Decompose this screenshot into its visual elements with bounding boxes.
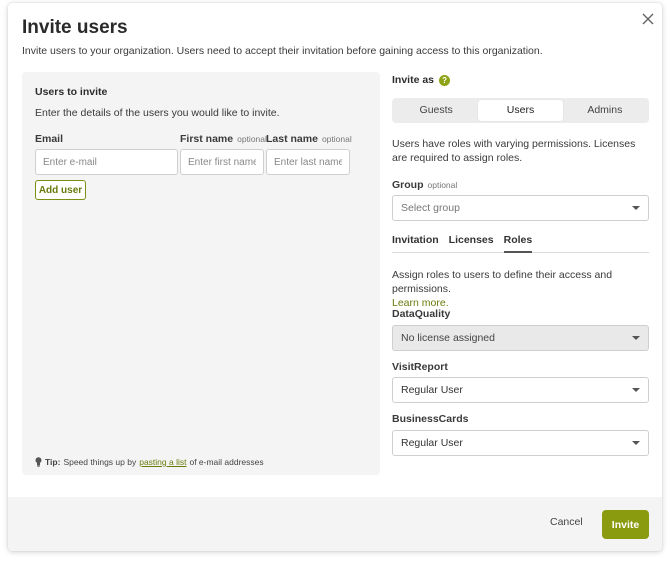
caret-down-icon xyxy=(632,388,640,392)
visitreport-select[interactable]: Regular User xyxy=(392,377,649,403)
tab-roles[interactable]: Roles xyxy=(503,234,533,253)
dialog-subtitle: Invite users to your organization. Users… xyxy=(22,45,543,57)
tab-licenses[interactable]: Licenses xyxy=(449,234,494,253)
last-name-label: Last name optional xyxy=(266,133,352,145)
dataquality-label: DataQuality xyxy=(392,308,451,320)
users-to-invite-description: Enter the details of the users you would… xyxy=(35,107,280,119)
first-name-label: First name optional xyxy=(180,133,267,145)
cancel-button[interactable]: Cancel xyxy=(550,516,583,528)
invite-as-users[interactable]: Users xyxy=(478,100,563,121)
caret-down-icon xyxy=(632,441,640,445)
pasting-a-list-link[interactable]: pasting a list xyxy=(139,457,186,467)
email-label: Email xyxy=(35,133,64,145)
add-user-button[interactable]: Add user xyxy=(35,180,86,200)
tip-before: Speed things up by xyxy=(63,457,137,467)
tip-text: Tip: Speed things up by pasting a list o… xyxy=(35,457,264,467)
settings-tabs: Invitation Licenses Roles xyxy=(392,234,649,253)
invite-button[interactable]: Invite xyxy=(602,510,649,539)
dataquality-select: No license assigned xyxy=(392,325,649,351)
tip-label: Tip: xyxy=(45,457,61,467)
businesscards-label: BusinessCards xyxy=(392,413,469,425)
dialog-footer: Cancel Invite xyxy=(8,497,662,551)
optional-tag: optional xyxy=(321,134,352,144)
group-select[interactable]: Select group xyxy=(392,195,649,221)
tip-after: of e-mail addresses xyxy=(189,457,264,467)
invite-as-label: Invite as ? xyxy=(392,74,451,86)
businesscards-select[interactable]: Regular User xyxy=(392,430,649,456)
users-to-invite-heading: Users to invite xyxy=(35,86,108,98)
caret-down-icon xyxy=(632,336,640,340)
lightbulb-icon xyxy=(35,457,42,467)
group-label: Group optional xyxy=(392,179,458,191)
users-to-invite-panel: Users to invite Enter the details of the… xyxy=(22,72,380,475)
optional-tag: optional xyxy=(237,134,267,144)
first-name-input[interactable] xyxy=(180,149,264,175)
invite-as-guests[interactable]: Guests xyxy=(394,100,478,121)
last-name-input[interactable] xyxy=(266,149,350,175)
email-input[interactable] xyxy=(35,149,178,175)
tab-invitation[interactable]: Invitation xyxy=(392,234,439,253)
caret-down-icon xyxy=(632,206,640,210)
roles-description: Assign roles to users to define their ac… xyxy=(392,269,613,309)
close-icon[interactable] xyxy=(641,12,655,26)
users-info-text: Users have roles with varying permission… xyxy=(392,138,636,164)
invite-users-dialog: Invite users Invite users to your organi… xyxy=(8,3,662,551)
invite-as-admins[interactable]: Admins xyxy=(563,100,647,121)
dialog-title: Invite users xyxy=(22,17,128,38)
visitreport-label: VisitReport xyxy=(392,361,448,373)
optional-tag: optional xyxy=(427,180,458,190)
help-icon[interactable]: ? xyxy=(439,74,451,86)
invite-as-selector: Guests Users Admins xyxy=(392,98,649,123)
